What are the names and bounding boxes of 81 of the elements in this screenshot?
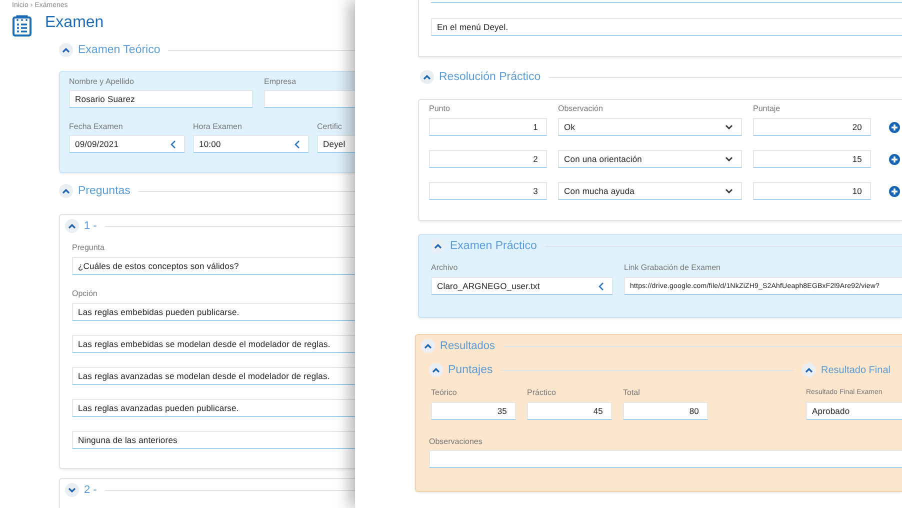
chevron-left-icon[interactable] (598, 282, 604, 290)
date-field[interactable]: 09/09/2021 (69, 135, 185, 153)
chevron-down-icon (68, 487, 76, 493)
field-label: Nombre y Apellido (69, 77, 135, 87)
section-title: 1 - (84, 220, 97, 232)
field-label: Teórico (431, 388, 458, 398)
text-field[interactable]: Las reglas embebidas pueden publicarse. (72, 303, 355, 321)
add-icon[interactable] (889, 154, 900, 164)
collapse-button[interactable] (420, 70, 434, 84)
chevron-up-icon (805, 367, 813, 373)
field-label: Fecha Examen (69, 122, 124, 132)
section-title: 2 - (84, 484, 97, 496)
section-title: Puntajes (448, 364, 493, 376)
column-header: Puntaje (753, 104, 782, 114)
field-label: Observaciones (429, 437, 484, 447)
field-label: Certific (317, 122, 343, 132)
column-header: Punto (429, 104, 451, 114)
field-label: Link Grabación de Examen (624, 263, 722, 273)
caret-down-icon[interactable] (725, 156, 733, 162)
section-title: Examen Práctico (450, 240, 537, 252)
page-title: Examen (45, 14, 104, 32)
collapse-button[interactable] (429, 363, 443, 377)
add-icon[interactable] (889, 186, 900, 196)
chevron-up-icon (423, 74, 431, 80)
chevron-left-icon[interactable] (294, 140, 300, 148)
number-field[interactable]: 20 (753, 118, 871, 136)
column-header: Observación (558, 104, 604, 114)
chevron-up-icon (424, 343, 432, 349)
number-field[interactable]: 15 (753, 150, 871, 168)
text-field[interactable]: Las reglas avanzadas se modelan desde el modelador de reglas. (72, 367, 355, 385)
dropdown[interactable]: Con una orientación (558, 150, 742, 168)
time-field[interactable]: 10:00 (193, 135, 309, 153)
collapse-button[interactable] (59, 43, 73, 57)
text-field[interactable]: Aprobado (806, 402, 902, 420)
text-field[interactable]: Deyel (317, 135, 355, 153)
field-label: Total (623, 388, 641, 398)
text-field[interactable] (264, 90, 355, 108)
number-field[interactable]: 35 (431, 402, 516, 420)
number-field[interactable]: 2 (429, 150, 547, 168)
add-icon[interactable] (889, 122, 900, 132)
clipboard-list-icon (12, 15, 32, 37)
dropdown[interactable]: Ok (558, 118, 742, 136)
section-title: Preguntas (78, 185, 130, 197)
text-field[interactable]: Rosario Suarez (69, 90, 253, 108)
text-field[interactable]: En el menú Deyel. (431, 18, 902, 36)
field-label: Hora Examen (193, 122, 243, 132)
section-title: Examen Teórico (78, 44, 160, 56)
field-label: Práctico (527, 388, 557, 398)
caret-down-icon[interactable] (725, 188, 733, 194)
chevron-up-icon (432, 367, 440, 373)
collapse-button[interactable] (802, 363, 816, 377)
file-field[interactable]: Claro_ARGNEGO_user.txt (431, 277, 613, 295)
text-field[interactable]: Las reglas avanzadas pueden publicarse. (72, 399, 355, 417)
collapse-button[interactable] (59, 184, 73, 198)
chevron-up-icon (434, 243, 442, 249)
collapse-button[interactable] (431, 239, 445, 253)
number-field[interactable]: 10 (753, 182, 871, 200)
number-field[interactable]: 80 (623, 402, 708, 420)
collapse-button[interactable] (65, 219, 79, 233)
text-field[interactable] (429, 450, 902, 468)
number-field[interactable]: 1 (429, 118, 547, 136)
chevron-up-icon (68, 223, 76, 229)
section-title: Resolución Práctico (439, 71, 541, 83)
collapse-button[interactable] (421, 339, 435, 353)
text-field[interactable]: Las reglas embebidas se modelan desde el modelador de reglas. (72, 335, 355, 353)
collapse-button[interactable] (65, 483, 79, 497)
chevron-up-icon (62, 47, 70, 53)
section-title: Resultado Final (821, 364, 890, 376)
text-field[interactable]: Ninguna de las anteriores (72, 431, 355, 449)
text-field[interactable]: ¿Cuáles de estos conceptos son válidos? (72, 257, 355, 275)
field-label: Empresa (264, 77, 298, 87)
number-field[interactable]: 45 (527, 402, 612, 420)
field-label: Opción (72, 289, 98, 299)
chevron-left-icon[interactable] (170, 140, 176, 148)
caret-down-icon[interactable] (725, 124, 733, 130)
section-title: Resultados (440, 340, 496, 352)
field-label: Pregunta (72, 243, 106, 253)
dropdown[interactable]: Con mucha ayuda (558, 182, 742, 200)
field-label: Archivo (431, 263, 459, 273)
number-field[interactable]: 3 (429, 182, 547, 200)
chevron-up-icon (62, 188, 70, 194)
